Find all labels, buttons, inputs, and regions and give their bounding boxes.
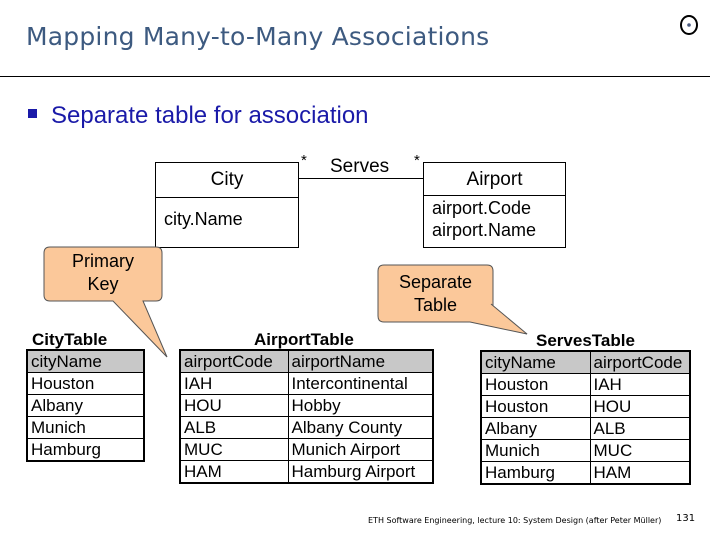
bullet-text: Separate table for association (51, 102, 369, 129)
multiplicity-right: * (414, 152, 420, 169)
serves-table-title: ServesTable (536, 331, 635, 350)
table-row: Munich MUC (480, 439, 691, 462)
header-cell: airportCode (179, 349, 289, 373)
table-row: Houston (26, 372, 145, 395)
table-cell: MUC (179, 438, 289, 461)
table-cell: Albany County (287, 416, 434, 439)
eth-circle-logo-icon (680, 15, 698, 35)
table-cell: Houston (26, 372, 145, 395)
table-cell: Hamburg Airport (287, 460, 434, 484)
table-cell: IAH (179, 372, 289, 395)
table-cell: HAM (179, 460, 289, 484)
table-cell: Munich (480, 439, 591, 462)
footer-text: ETH Software Engineering, lecture 10: Sy… (368, 516, 662, 525)
multiplicity-left: * (301, 152, 307, 169)
table-cell: Albany (26, 394, 145, 417)
title-divider (0, 76, 710, 77)
association-line (299, 178, 423, 179)
callout-line: Separate (398, 272, 473, 292)
table-row: Houston IAH (480, 373, 691, 396)
association-label: Serves (330, 156, 390, 177)
table-row: Houston HOU (480, 395, 691, 418)
uml-attribute: airport.Name (432, 220, 537, 240)
header-cell: airportName (287, 349, 434, 373)
table-row: ALB Albany County (179, 416, 434, 439)
table-row: Albany (26, 394, 145, 417)
table-cell: Intercontinental (287, 372, 434, 395)
table-row: IAH Intercontinental (179, 372, 434, 395)
uml-class-city: City city.Name (155, 162, 299, 248)
table-cell: IAH (589, 373, 691, 396)
table-row: Hamburg (26, 438, 145, 462)
slide-title: Mapping Many-to-Many Associations (26, 22, 490, 51)
header-cell: cityName (26, 349, 145, 373)
table-cell: HAM (589, 461, 691, 485)
table-cell: Munich Airport (287, 438, 434, 461)
table-header-row: cityName (26, 349, 145, 373)
uml-class-name: City (210, 169, 244, 190)
airport-table-title: AirportTable (254, 330, 354, 349)
table-row: HAM Hamburg Airport (179, 460, 434, 484)
table-cell: Hamburg (26, 438, 145, 462)
table-cell: HOU (179, 394, 289, 417)
uml-class-name: Airport (466, 169, 523, 190)
city-table: cityName Houston Albany Munich Hamburg (26, 349, 145, 462)
table-cell: Houston (480, 395, 591, 418)
table-row: Hamburg HAM (480, 461, 691, 485)
uml-class-airport: Airport airport.Code airport.Name (423, 162, 566, 248)
callout-line: Primary (72, 251, 134, 271)
table-row: Albany ALB (480, 417, 691, 440)
table-cell: Hobby (287, 394, 434, 417)
callout-line: Key (87, 274, 119, 294)
serves-table: cityName airportCode Houston IAH Houston H… (480, 350, 691, 485)
table-cell: HOU (589, 395, 691, 418)
table-header-row: cityName airportCode (480, 350, 691, 374)
city-table-title: CityTable (32, 330, 108, 349)
page-number: 131 (676, 513, 696, 524)
table-cell: ALB (589, 417, 691, 440)
uml-attribute: airport.Code (432, 198, 532, 218)
table-cell: Hamburg (480, 461, 591, 485)
table-cell: Albany (480, 417, 591, 440)
bullet-item: Separate table for association (28, 102, 369, 130)
table-row: HOU Hobby (179, 394, 434, 417)
header-cell: airportCode (589, 350, 691, 374)
table-row: MUC Munich Airport (179, 438, 434, 461)
separate-table-callout: Separate Table (378, 271, 493, 317)
table-cell: Munich (26, 416, 145, 439)
table-cell: Houston (480, 373, 591, 396)
uml-attribute: city.Name (164, 209, 243, 229)
table-row: Munich (26, 416, 145, 439)
table-cell: ALB (179, 416, 289, 439)
primary-key-callout: Primary Key (44, 250, 162, 296)
bullet-square-icon (28, 109, 37, 118)
uml-divider (424, 195, 565, 196)
callout-line: Table (413, 295, 458, 315)
table-cell: MUC (589, 439, 691, 462)
table-header-row: airportCode airportName (179, 349, 434, 373)
uml-divider (156, 197, 298, 198)
airport-table: airportCode airportName IAH Intercontinen… (179, 349, 434, 484)
header-cell: cityName (480, 350, 591, 374)
